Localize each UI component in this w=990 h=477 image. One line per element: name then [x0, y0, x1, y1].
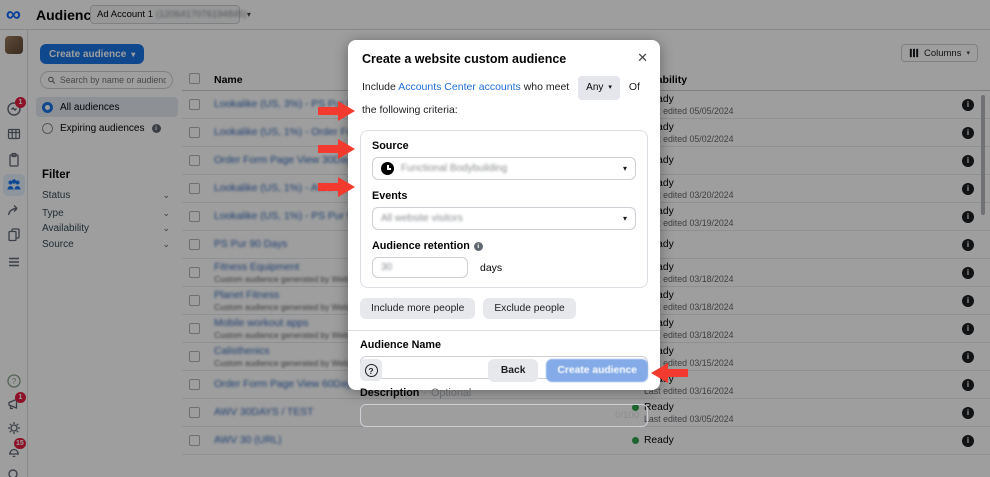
pixel-clock-icon: [381, 162, 394, 175]
annotation-arrow-source: [318, 98, 356, 124]
retention-unit: days: [480, 262, 502, 274]
screen: ∞ Audiences Ad Account 1 (12064170761948…: [0, 0, 990, 477]
include-more-people-button[interactable]: Include more people: [360, 298, 475, 319]
retention-input[interactable]: 30: [372, 257, 468, 278]
annotation-arrow-events: [318, 136, 356, 162]
help-button[interactable]: ?: [360, 359, 382, 381]
chevron-down-icon: ▾: [608, 78, 612, 98]
events-dropdown[interactable]: All website visitors ▾: [372, 207, 636, 230]
annotation-arrow-retention: [318, 174, 356, 200]
criteria-card: Source Functional Bodybuilding ▾ Events …: [360, 130, 648, 288]
create-website-audience-modal: Create a website custom audience ✕ Inclu…: [348, 40, 660, 390]
create-audience-submit-button[interactable]: Create audience: [546, 359, 648, 382]
help-icon: ?: [365, 364, 378, 377]
description-input[interactable]: 0/100: [360, 404, 648, 427]
source-dropdown[interactable]: Functional Bodybuilding ▾: [372, 157, 636, 180]
criteria-prefix: Include: [362, 81, 396, 93]
chevron-down-icon: ▾: [623, 164, 627, 173]
retention-value: 30: [381, 262, 392, 273]
source-label: Source: [372, 140, 636, 152]
accounts-center-link[interactable]: Accounts Center accounts: [398, 81, 521, 93]
retention-label: Audience retention: [372, 240, 470, 252]
criteria-sentence: Include Accounts Center accounts who mee…: [348, 72, 660, 128]
back-button[interactable]: Back: [488, 359, 539, 382]
events-label: Events: [372, 190, 636, 202]
info-icon: i: [474, 242, 483, 251]
source-value: Functional Bodybuilding: [401, 163, 616, 174]
close-icon[interactable]: ✕: [637, 50, 648, 66]
modal-title: Create a website custom audience: [362, 52, 566, 66]
annotation-arrow-create: [650, 360, 688, 386]
chevron-down-icon: ▾: [623, 214, 627, 223]
description-counter: 0/100: [615, 410, 639, 421]
criteria-middle: who meet: [524, 81, 570, 93]
exclude-people-button[interactable]: Exclude people: [483, 298, 575, 319]
events-value: All website visitors: [381, 213, 616, 224]
any-value: Any: [586, 78, 603, 98]
any-dropdown[interactable]: Any ▾: [578, 76, 620, 100]
